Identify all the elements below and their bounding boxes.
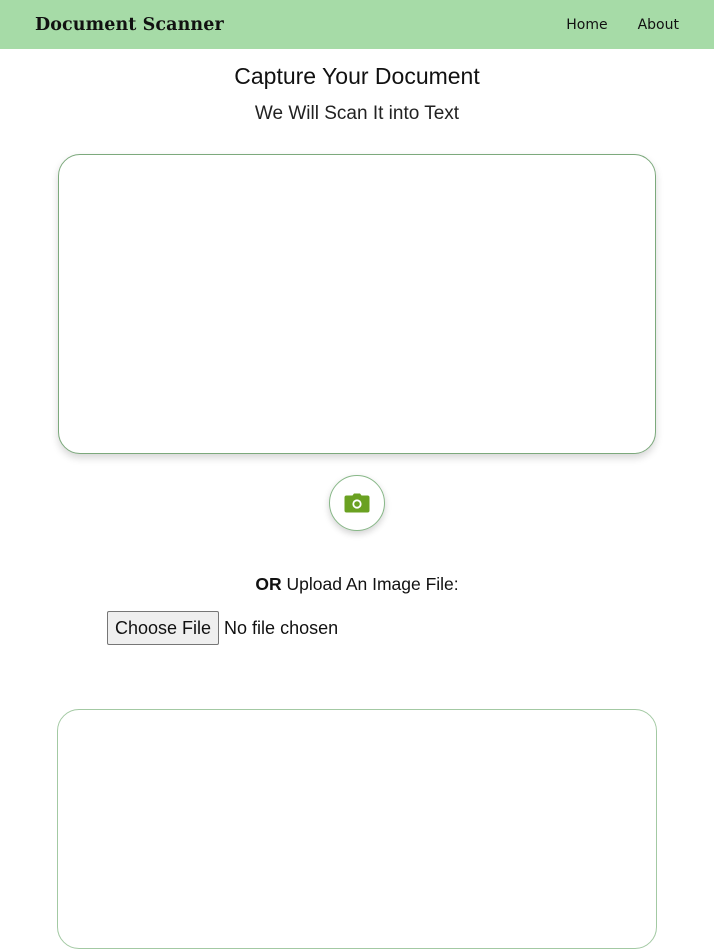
upload-label: OR Upload An Image File:: [0, 574, 714, 595]
camera-icon: [344, 493, 370, 513]
page-subtitle: We Will Scan It into Text: [254, 103, 460, 124]
nav-links: Home About: [536, 17, 679, 33]
choose-file-button[interactable]: Choose File: [107, 611, 220, 645]
navbar: Document Scanner Home About: [0, 0, 714, 49]
scanned-text-output[interactable]: [57, 709, 657, 949]
file-input[interactable]: Choose File No file chosen: [107, 611, 338, 645]
brand-title[interactable]: Document Scanner: [35, 15, 224, 35]
capture-button[interactable]: [329, 475, 385, 531]
nav-link-home[interactable]: Home: [566, 17, 607, 33]
upload-or-text: OR: [255, 574, 282, 594]
upload-label-text: Upload An Image File:: [286, 574, 459, 594]
camera-preview: [58, 154, 656, 454]
nav-link-about[interactable]: About: [638, 17, 679, 33]
file-status: No file chosen: [224, 617, 339, 638]
page-title: Capture Your Document: [234, 63, 480, 89]
